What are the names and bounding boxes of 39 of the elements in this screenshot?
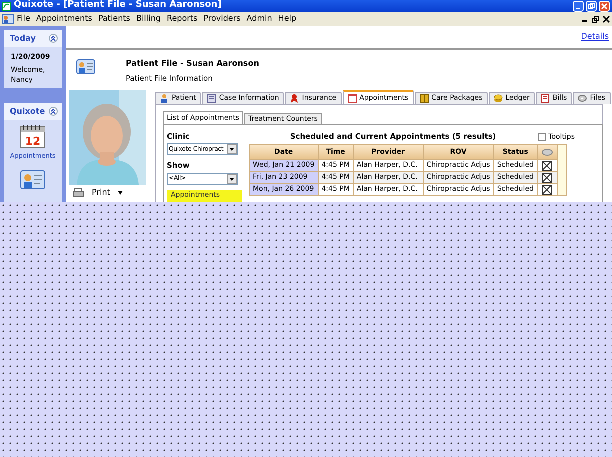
package-icon xyxy=(420,94,429,103)
patient-card-icon xyxy=(76,58,96,76)
printer-icon[interactable] xyxy=(73,188,84,198)
page-title: Patient File - Susan Aaronson xyxy=(126,58,260,70)
checkbox[interactable] xyxy=(538,133,546,141)
panel-title: Today xyxy=(10,32,36,44)
calendar-icon xyxy=(348,94,357,102)
app-icon xyxy=(2,2,11,10)
menu-item[interactable]: Admin xyxy=(244,13,276,25)
menu-item[interactable]: Appointments xyxy=(33,13,96,25)
comment-icon xyxy=(542,148,553,156)
close-icon[interactable] xyxy=(603,16,610,22)
menu-item[interactable]: Reports xyxy=(164,13,201,25)
dropdown-icon[interactable] xyxy=(118,191,124,195)
delete-checkbox-icon[interactable] xyxy=(542,160,552,170)
menu-item[interactable]: Help xyxy=(275,13,300,25)
contact-card-icon[interactable] xyxy=(20,168,46,191)
ribbon-icon xyxy=(290,94,300,103)
delete-checkbox-icon[interactable] xyxy=(542,172,552,182)
collapse-icon[interactable] xyxy=(49,34,58,43)
bill-icon xyxy=(540,94,550,103)
dropdown-icon xyxy=(227,144,237,154)
menu-item[interactable]: Billing xyxy=(133,13,164,25)
dropdown-icon xyxy=(227,174,237,184)
restore-icon[interactable] xyxy=(592,16,599,22)
coins-icon xyxy=(494,94,503,103)
collapse-icon[interactable] xyxy=(49,107,58,116)
print-link[interactable]: Print xyxy=(92,187,110,199)
document-icon xyxy=(207,94,216,103)
menu-item[interactable]: Providers xyxy=(200,13,244,25)
menu-item[interactable]: Patients xyxy=(95,13,134,25)
app-icon xyxy=(2,14,14,24)
menu-item[interactable]: File xyxy=(14,13,34,25)
person-icon xyxy=(160,94,169,103)
window-title: Quixote - [Patient File - Susan Aaronson] xyxy=(14,0,222,12)
disk-icon xyxy=(578,94,588,103)
panel-title: Quixote xyxy=(10,106,46,118)
details-link[interactable]: Details xyxy=(581,31,609,43)
delete-checkbox-icon[interactable] xyxy=(542,184,552,194)
